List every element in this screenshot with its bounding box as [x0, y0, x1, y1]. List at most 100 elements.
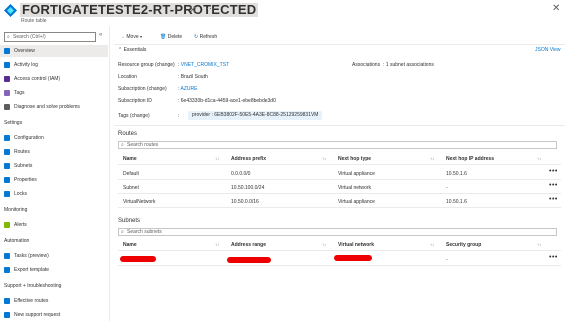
essentials-divider — [114, 125, 565, 126]
sort-icon[interactable]: ↑↓ — [322, 242, 326, 247]
subnets-col-name[interactable]: Name — [123, 242, 137, 248]
sort-icon[interactable]: ↑↓ — [537, 242, 541, 247]
row-more-icon[interactable]: ••• — [549, 196, 558, 203]
subscription-value[interactable]: AZURE — [181, 86, 198, 92]
sidebar-item-properties[interactable]: Properties — [0, 174, 108, 186]
route-name: VirtualNetwork — [123, 199, 156, 205]
subscription-id-value: 6e43330b-d1ca-4459-ace1-ebe8bebde3d0 — [180, 98, 276, 104]
location-label: Location — [118, 74, 137, 80]
json-view-link[interactable]: JSON View — [535, 47, 560, 53]
delete-button[interactable]: 🗑 Delete — [160, 33, 182, 41]
arrow-right-icon: → — [120, 34, 125, 40]
properties-icon — [4, 177, 10, 183]
subnets-col-virtual-network[interactable]: Virtual network — [338, 242, 374, 248]
tag-icon — [4, 90, 10, 96]
subnets-col-address-range[interactable]: Address range — [231, 242, 266, 248]
table-row-divider — [118, 179, 561, 180]
routes-col-address-prefix[interactable]: Address prefix — [231, 156, 266, 162]
route-prefix: 10.50.0.0/16 — [231, 199, 259, 205]
row-more-icon[interactable]: ••• — [549, 168, 558, 175]
close-icon[interactable]: ✕ — [552, 3, 560, 14]
search-icon: ⌕ — [7, 34, 10, 40]
pin-icon[interactable]: ⚒ — [189, 5, 196, 14]
lock-icon — [4, 191, 10, 197]
routes-icon — [4, 149, 10, 155]
move-button[interactable]: → Move ▾ — [120, 33, 142, 41]
routes-col-next-hop-type[interactable]: Next hop type — [338, 156, 371, 162]
wrench-icon — [4, 104, 10, 110]
route-table-icon — [4, 4, 17, 17]
subnets-col-security-group[interactable]: Security group — [446, 242, 481, 248]
subnet-security-group: - — [446, 257, 448, 263]
route-name: Default — [123, 171, 139, 177]
routes-search-input[interactable]: ⌕ Search routes — [118, 141, 557, 149]
sort-icon[interactable]: ↑↓ — [215, 242, 219, 247]
sidebar-item-activity-log[interactable]: Activity log — [0, 59, 108, 71]
sidebar-item-tags[interactable]: Tags — [0, 87, 108, 99]
route-next-hop-ip: - — [446, 185, 448, 191]
trash-icon: 🗑 — [160, 34, 167, 40]
sidebar-item-tasks[interactable]: Tasks (preview) — [0, 250, 108, 262]
page-subtitle: Route table — [21, 18, 47, 24]
route-next-hop-ip: 10.50.1.6 — [446, 171, 467, 177]
table-header-divider — [118, 250, 561, 251]
route-next-hop-type: Virtual appliance — [338, 199, 375, 205]
sidebar-search-input[interactable]: ⌕ Search (Ctrl+/) — [4, 32, 96, 42]
refresh-button[interactable]: ↻ Refresh — [194, 33, 217, 41]
location-value: Brazil South — [180, 74, 208, 80]
sidebar-item-overview[interactable]: Overview — [0, 45, 108, 57]
routes-col-name[interactable]: Name — [123, 156, 137, 162]
sidebar-item-routes[interactable]: Routes — [0, 146, 108, 158]
collapse-sidebar-button[interactable]: « — [99, 32, 102, 38]
sort-icon[interactable]: ↑↓ — [215, 156, 219, 161]
tag-pill[interactable]: provider : 6EB3802F-50E5-4A3E-8C88-25129… — [188, 111, 323, 120]
sidebar-divider — [109, 26, 110, 321]
routes-col-next-hop-ip[interactable]: Next hop IP address — [446, 156, 494, 162]
chevron-up-icon: ⌃ — [118, 47, 123, 53]
table-row-divider — [118, 207, 561, 208]
sidebar-item-locks[interactable]: Locks — [0, 188, 108, 200]
iam-icon — [4, 76, 10, 82]
route-prefix: 0.0.0.0/0 — [231, 171, 251, 177]
sort-icon[interactable]: ↑↓ — [322, 156, 326, 161]
sort-icon[interactable]: ↑↓ — [430, 242, 434, 247]
sidebar-item-iam[interactable]: Access control (IAM) — [0, 73, 108, 85]
tasks-icon — [4, 253, 10, 259]
sidebar-item-configuration[interactable]: Configuration — [0, 132, 108, 144]
resource-group-label[interactable]: Resource group (change) — [118, 62, 175, 68]
configuration-icon — [4, 135, 10, 141]
support-icon — [4, 312, 10, 318]
route-next-hop-type: Virtual appliance — [338, 171, 375, 177]
activity-log-icon — [4, 62, 10, 68]
overview-icon — [4, 48, 10, 54]
sidebar-item-alerts[interactable]: Alerts — [0, 219, 108, 231]
tags-label[interactable]: Tags (change) — [118, 113, 150, 119]
sidebar-item-subnets[interactable]: Subnets — [0, 160, 108, 172]
refresh-icon: ↻ — [194, 34, 199, 40]
sidebar-section-support: Support + troubleshooting — [4, 283, 62, 289]
sidebar-item-new-support-request[interactable]: New support request — [0, 309, 108, 321]
sort-icon[interactable]: ↑↓ — [537, 156, 541, 161]
route-name: Subnet — [123, 185, 139, 191]
sidebar-item-diagnose[interactable]: Diagnose and solve problems — [0, 101, 108, 113]
sort-icon[interactable]: ↑↓ — [430, 156, 434, 161]
subnets-icon — [4, 163, 10, 169]
more-icon[interactable]: ··· — [206, 3, 215, 13]
subscription-id-label: Subscription ID — [118, 98, 152, 104]
resource-group-value[interactable]: VNET_CROMIX_TST — [181, 62, 229, 68]
row-more-icon[interactable]: ••• — [549, 254, 558, 261]
subscription-label[interactable]: Subscription (change) — [118, 86, 167, 92]
alerts-icon — [4, 222, 10, 228]
associations-value: 1 subnet associations — [385, 62, 434, 68]
sidebar-section-settings: Settings — [4, 120, 23, 126]
route-next-hop-ip: 10.50.1.6 — [446, 199, 467, 205]
subnets-search-input[interactable]: ⌕ Search subnets — [118, 228, 557, 236]
essentials-toggle[interactable]: ⌃ Essentials — [118, 47, 146, 53]
sidebar-item-effective-routes[interactable]: Effective routes — [0, 295, 108, 307]
sidebar-item-export-template[interactable]: Export template — [0, 264, 108, 276]
table-row-divider — [118, 265, 561, 266]
effective-routes-icon — [4, 298, 10, 304]
row-more-icon[interactable]: ••• — [549, 182, 558, 189]
route-next-hop-type: Virtual network — [338, 185, 371, 191]
page-title: FORTIGATETESTE2-RT-PROTECTED — [20, 2, 259, 17]
